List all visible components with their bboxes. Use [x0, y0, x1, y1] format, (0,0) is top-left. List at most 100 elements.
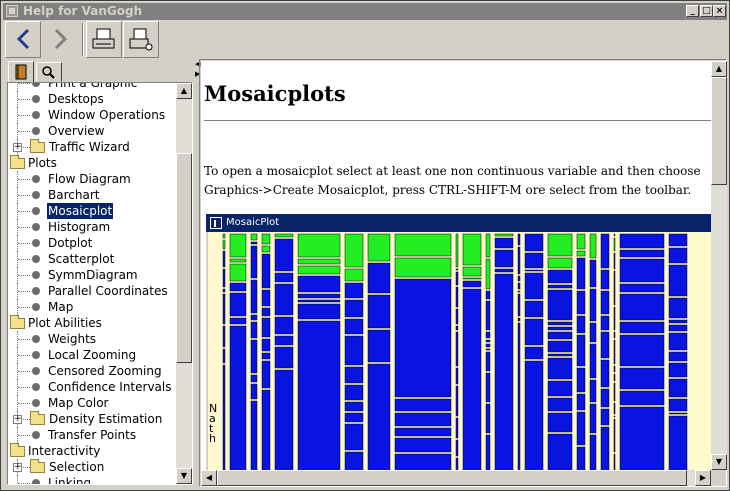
tree-folder[interactable]: + Selection [8, 459, 176, 475]
tree-item[interactable]: Linking [8, 475, 176, 485]
mosaic-tile [485, 348, 491, 351]
mosaic-tile [367, 233, 391, 262]
toolbar-separator [82, 23, 84, 56]
tree-item[interactable]: Confidence Intervals [8, 379, 176, 395]
print-setup-button[interactable] [123, 21, 159, 58]
mosaic-tile [297, 293, 341, 299]
tree-item[interactable]: Transfer Points [8, 427, 176, 443]
tree-item[interactable]: Dotplot [8, 235, 176, 251]
mosaic-tile [619, 367, 665, 390]
topic-bullet-icon [32, 111, 40, 119]
mosaicplot-canvas: Nath [206, 232, 711, 470]
tree-item[interactable]: Map [8, 299, 176, 315]
contents-tree[interactable]: Print a Graphic Desktops Window Operations… [7, 82, 193, 485]
tree-scroll-thumb[interactable] [176, 153, 192, 363]
tree-item-label: Selection [49, 460, 105, 474]
mosaic-tile [668, 264, 688, 297]
back-button[interactable] [5, 21, 41, 58]
tree-item-label: Window Operations [48, 108, 166, 122]
tree-connector [18, 355, 30, 356]
content-scroll-down-button[interactable]: ▼ [711, 454, 727, 470]
topic-bullet-icon [32, 271, 40, 279]
tree-connector [18, 227, 30, 228]
tree-item[interactable]: Window Operations [8, 107, 176, 123]
content-vertical-scrollbar[interactable]: ▲ ▼ [711, 61, 727, 470]
tree-folder[interactable]: Plot Abilities [8, 315, 176, 331]
mosaic-tile [297, 265, 341, 275]
tree-folder[interactable]: + Traffic Wizard [8, 139, 176, 155]
tree-folder[interactable]: Plots [8, 155, 176, 171]
tree-item[interactable]: Local Zooming [8, 347, 176, 363]
expand-toggle-icon[interactable]: + [13, 415, 22, 424]
topic-bullet-icon [32, 127, 40, 135]
content-scroll-up-button[interactable]: ▲ [711, 61, 727, 77]
tree-item[interactable]: SymmDiagram [8, 267, 176, 283]
mosaic-tile [600, 315, 610, 331]
tree-folder[interactable]: + Density Estimation [8, 411, 176, 427]
mosaic-tile [455, 286, 459, 308]
content-hscroll-thumb[interactable] [217, 470, 687, 486]
tree-item-label: Plots [28, 156, 57, 170]
tree-item[interactable]: Barchart [8, 187, 176, 203]
tree-scrollbar[interactable]: ▲ ▼ [176, 83, 192, 484]
tree-scroll-down-button[interactable]: ▼ [176, 468, 192, 484]
tree-item-label: Confidence Intervals [48, 380, 172, 394]
tree-folder[interactable]: Interactivity [8, 443, 176, 459]
mosaic-tile [222, 348, 226, 364]
mosaic-tile [619, 406, 665, 470]
forward-button[interactable] [42, 21, 78, 58]
tree-item[interactable]: Desktops [8, 91, 176, 107]
tree-item-label: Linking [48, 476, 92, 485]
mosaic-tile [462, 277, 482, 280]
tree-item[interactable]: Flow Diagram [8, 171, 176, 187]
tree-item[interactable]: Print a Graphic [8, 83, 176, 91]
content-vscroll-thumb[interactable] [711, 77, 727, 185]
tree-item[interactable]: Scatterplot [8, 251, 176, 267]
mosaic-tile [668, 297, 688, 319]
tree-scroll-up-button[interactable]: ▲ [176, 83, 192, 99]
minimize-button[interactable]: _ [686, 5, 699, 17]
mosaic-tile [547, 257, 573, 269]
topic-bullet-icon [32, 239, 40, 247]
mosaic-tile [261, 289, 271, 307]
expand-toggle-icon[interactable]: + [13, 463, 22, 472]
tree-item[interactable]: Censored Zooming [8, 363, 176, 379]
tree-item[interactable]: Map Color [8, 395, 176, 411]
tree-item-label: Map Color [48, 396, 109, 410]
mosaic-tile [394, 257, 452, 278]
content-horizontal-scrollbar[interactable]: ◀ ▶ [201, 470, 711, 486]
mosaic-tile [576, 411, 586, 446]
tree-item[interactable]: Mosaicplot [8, 203, 176, 219]
tree-item[interactable]: Parallel Coordinates [8, 283, 176, 299]
tree-item-label: Map [48, 300, 74, 314]
mosaic-tile [613, 365, 616, 373]
tree-item[interactable]: Weights [8, 331, 176, 347]
mosaic-tile [613, 270, 616, 306]
mosaic-tile [619, 249, 665, 258]
content-scroll-left-button[interactable]: ◀ [201, 470, 217, 486]
maximize-button[interactable]: □ [700, 5, 713, 17]
mosaic-tile [547, 331, 573, 340]
mosaic-tile [297, 320, 341, 470]
tree-item[interactable]: Histogram [8, 219, 176, 235]
tree-item[interactable]: Overview [8, 123, 176, 139]
mosaic-tile [344, 412, 364, 423]
topic-bullet-icon [32, 95, 40, 103]
mosaic-tile [344, 451, 364, 470]
tab-search[interactable] [36, 62, 62, 82]
title-bar[interactable]: Help for VanGogh _ □ × [3, 3, 727, 20]
tab-contents[interactable] [8, 61, 34, 83]
mosaic-tile [274, 272, 294, 283]
mosaicplot-title-bar: MosaicPlot [206, 214, 711, 232]
mosaic-tile [485, 403, 491, 434]
mosaic-tile [344, 401, 364, 412]
close-button[interactable]: × [713, 5, 726, 17]
topic-bullet-icon [32, 303, 40, 311]
print-button[interactable] [86, 21, 122, 58]
expand-toggle-icon[interactable]: + [13, 143, 22, 152]
mosaic-tile [547, 340, 573, 353]
tree-item-label: Flow Diagram [48, 172, 131, 186]
content-scroll-right-button[interactable]: ▶ [695, 470, 711, 486]
mosaic-tile [668, 412, 688, 415]
topic-bullet-icon [32, 479, 40, 484]
